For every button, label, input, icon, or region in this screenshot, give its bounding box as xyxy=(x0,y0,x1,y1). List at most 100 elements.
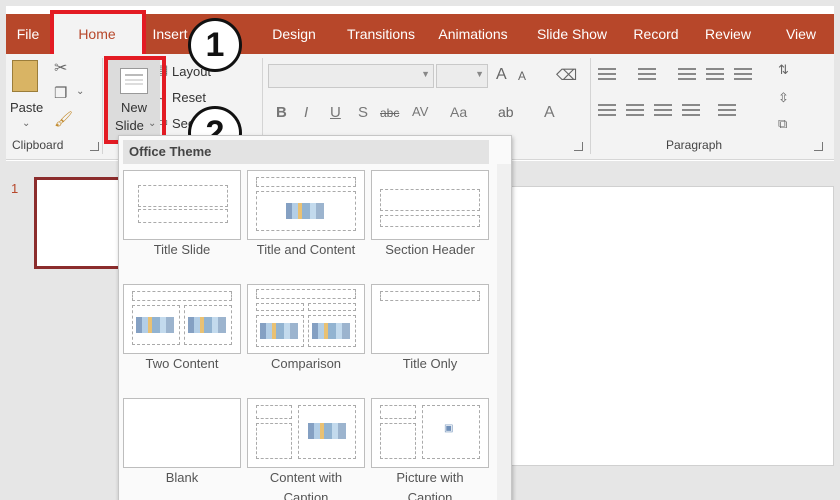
paste-button[interactable]: Paste xyxy=(10,100,43,115)
tab-design[interactable]: Design xyxy=(264,14,324,54)
clear-formatting-icon[interactable]: ⌫ xyxy=(556,66,577,84)
placeholder-box xyxy=(256,289,356,299)
gallery-header: Office Theme xyxy=(123,140,489,164)
strikethrough-icon[interactable]: abc xyxy=(380,106,399,120)
change-case-button[interactable]: Aa xyxy=(450,104,467,120)
chevron-down-icon: ▼ xyxy=(421,69,430,79)
grow-font-button[interactable]: A xyxy=(496,66,507,84)
tab-slide-show[interactable]: Slide Show xyxy=(530,14,614,54)
chevron-down-icon: ▼ xyxy=(475,69,484,79)
paragraph-dialog-launcher-icon[interactable] xyxy=(814,142,823,151)
content-icons xyxy=(188,317,226,333)
character-spacing-button[interactable]: AV xyxy=(412,104,428,119)
group-divider xyxy=(102,58,103,154)
paste-chevron-down-icon[interactable]: ⌄ xyxy=(22,118,30,129)
increase-indent-icon[interactable] xyxy=(706,68,724,82)
align-right-icon[interactable] xyxy=(654,104,672,118)
placeholder-box xyxy=(138,209,228,223)
format-painter-icon[interactable]: 🖌 xyxy=(54,110,73,128)
powerpoint-window: File Home Insert Design Transitions Anim… xyxy=(6,6,834,500)
placeholder-box xyxy=(256,423,292,459)
ribbon-tab-bar: File Home Insert Design Transitions Anim… xyxy=(6,14,834,54)
bold-button[interactable]: B xyxy=(276,104,287,121)
layout-label: Title Slide xyxy=(153,242,211,257)
cut-icon[interactable]: ✂ xyxy=(54,58,67,78)
tab-view[interactable]: View xyxy=(774,14,828,54)
clipboard-dialog-launcher-icon[interactable] xyxy=(90,142,99,151)
layout-label: Comparison xyxy=(270,356,342,371)
shrink-font-button[interactable]: A xyxy=(518,69,526,83)
step-marker-1: 1 xyxy=(188,18,242,72)
text-shadow-button[interactable]: S xyxy=(358,104,368,121)
decrease-indent-icon[interactable] xyxy=(678,68,696,82)
italic-button[interactable]: I xyxy=(304,104,308,121)
tab-review[interactable]: Review xyxy=(698,14,758,54)
placeholder-box xyxy=(380,291,480,301)
current-slide[interactable] xyxy=(476,186,834,466)
layout-label: Title and Content xyxy=(256,242,356,257)
placeholder-box xyxy=(138,185,228,207)
align-left-icon[interactable] xyxy=(598,104,616,118)
tab-record[interactable]: Record xyxy=(626,14,686,54)
content-icons xyxy=(286,203,324,219)
clipboard-group-label: Clipboard xyxy=(12,138,64,152)
text-direction-icon[interactable]: ⇅ xyxy=(778,62,789,78)
new-slide-icon xyxy=(120,68,148,94)
underline-button[interactable]: U xyxy=(330,104,341,121)
layout-label-line2: Caption xyxy=(407,490,453,500)
slide-thumbnail[interactable] xyxy=(34,177,124,269)
columns-icon[interactable] xyxy=(718,104,736,118)
copy-chevron-down-icon[interactable]: ⌄ xyxy=(76,86,84,97)
reset-button[interactable]: Reset xyxy=(172,90,206,105)
content-icons xyxy=(136,317,174,333)
layout-label-line2: Caption xyxy=(283,490,329,500)
group-divider xyxy=(590,58,591,154)
chevron-down-icon: ⌄ xyxy=(148,118,157,129)
tab-animations[interactable]: Animations xyxy=(430,14,516,54)
bullets-icon[interactable] xyxy=(598,68,616,82)
slide-number: 1 xyxy=(11,181,19,196)
placeholder-box xyxy=(256,405,292,419)
layout-thumbnail: ▣ xyxy=(371,398,489,468)
tab-transitions[interactable]: Transitions xyxy=(336,14,426,54)
new-slide-label-line1: New xyxy=(121,100,148,115)
font-color-button[interactable]: A xyxy=(544,104,555,122)
layout-label: Title Only xyxy=(402,356,458,371)
gallery-scrollbar[interactable] xyxy=(497,164,511,500)
new-slide-layout-gallery: Office Theme Title Slide Title and Conte… xyxy=(118,135,512,500)
layout-label: Blank xyxy=(165,470,199,485)
placeholder-box xyxy=(380,423,416,459)
new-slide-label-line2: Slide xyxy=(115,118,144,133)
placeholder-box xyxy=(308,303,356,311)
picture-icon: ▣ xyxy=(444,423,454,434)
layout-label: Section Header xyxy=(385,242,475,257)
align-text-icon[interactable]: ⇳ xyxy=(778,90,789,106)
layout-thumbnail xyxy=(371,284,489,354)
content-icons xyxy=(312,323,350,339)
copy-icon[interactable]: ❐ xyxy=(54,84,67,102)
line-spacing-icon[interactable] xyxy=(734,68,752,82)
layout-label: Picture with xyxy=(396,470,464,485)
placeholder-box xyxy=(380,405,416,419)
align-center-icon[interactable] xyxy=(626,104,644,118)
layout-thumbnail xyxy=(123,170,241,240)
paragraph-group-label: Paragraph xyxy=(666,138,723,152)
font-size-combo[interactable]: ▼ xyxy=(436,64,488,88)
placeholder-box xyxy=(380,215,480,227)
layout-thumbnail xyxy=(371,170,489,240)
font-name-combo[interactable]: ▼ xyxy=(268,64,434,88)
smartart-icon[interactable]: ⧉ xyxy=(778,116,787,132)
new-slide-button[interactable]: New Slide ⌄ xyxy=(104,60,160,142)
placeholder-box xyxy=(256,303,304,311)
numbering-icon[interactable] xyxy=(638,68,656,82)
justify-icon[interactable] xyxy=(682,104,700,118)
tab-file[interactable]: File xyxy=(6,14,50,54)
layout-thumbnail xyxy=(123,284,241,354)
content-icons xyxy=(260,323,298,339)
font-dialog-launcher-icon[interactable] xyxy=(574,142,583,151)
placeholder-box xyxy=(380,189,480,211)
paste-icon xyxy=(12,60,38,92)
highlight-icon[interactable]: ab xyxy=(498,104,514,120)
tab-home[interactable]: Home xyxy=(52,14,142,54)
layout-thumbnail xyxy=(123,398,241,468)
